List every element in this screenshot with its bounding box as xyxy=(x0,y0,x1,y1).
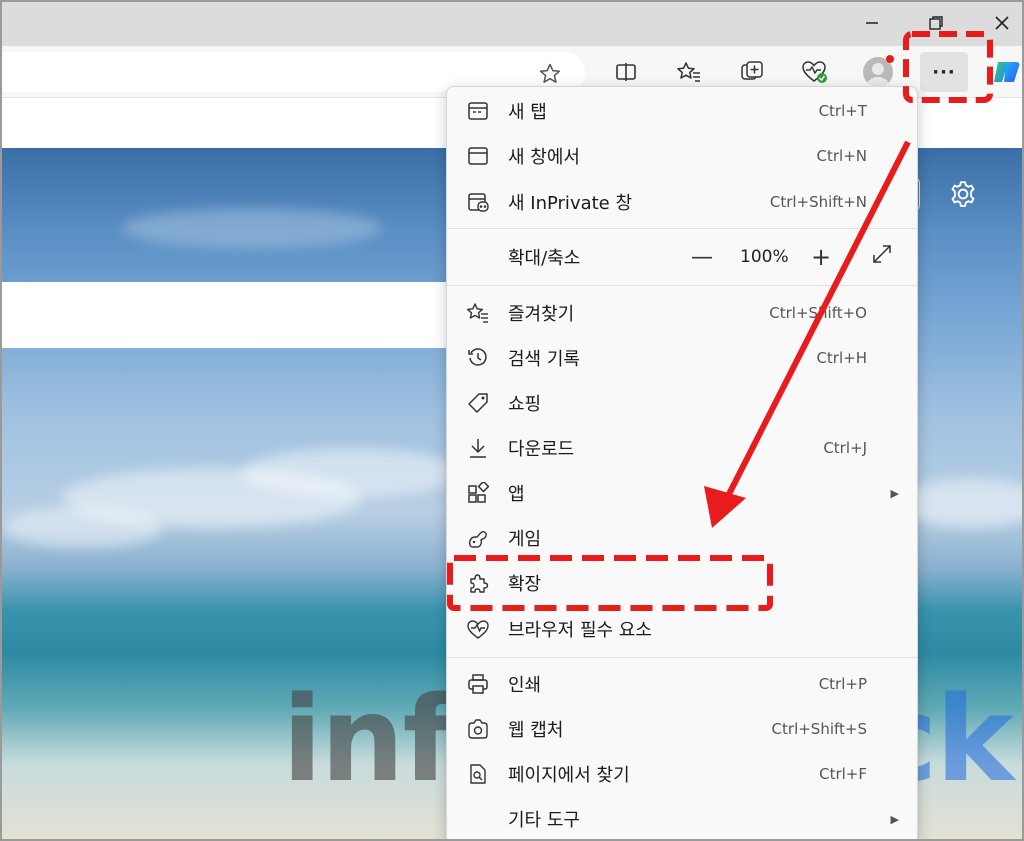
menu-item-new-window[interactable]: 새 창에서 Ctrl+N xyxy=(447,134,917,178)
menu-separator xyxy=(447,228,917,229)
title-bar xyxy=(2,2,1022,46)
menu-item-downloads[interactable]: 다운로드 Ctrl+J xyxy=(447,426,917,470)
split-screen-icon[interactable] xyxy=(610,56,642,88)
menu-item-new-inprivate-window[interactable]: 새 InPrivate 창 Ctrl+Shift+N xyxy=(447,180,917,224)
more-dots-icon: ··· xyxy=(932,61,956,83)
menu-separator xyxy=(447,657,917,658)
menu-item-apps[interactable]: 앱 ▶ xyxy=(447,471,917,515)
menu-item-find-in-page[interactable]: 페이지에서 찾기 Ctrl+F xyxy=(447,752,917,796)
collections-icon[interactable] xyxy=(736,56,768,88)
extensions-puzzle-icon xyxy=(465,570,491,596)
browser-essentials-icon[interactable] xyxy=(799,56,831,88)
fullscreen-icon[interactable] xyxy=(871,243,893,271)
submenu-arrow-icon: ▶ xyxy=(890,812,899,826)
web-capture-icon xyxy=(465,716,491,742)
menu-item-zoom: 확대/축소 — 100% + xyxy=(447,235,917,279)
menu-item-history[interactable]: 검색 기록 Ctrl+H xyxy=(447,336,917,380)
zoom-level: 100% xyxy=(740,247,789,267)
menu-item-new-tab[interactable]: 새 탭 Ctrl+T xyxy=(447,89,917,133)
favorites-icon[interactable] xyxy=(673,56,705,88)
settings-and-more-button[interactable]: ··· xyxy=(920,52,968,92)
print-icon xyxy=(465,671,491,697)
menu-item-more-tools[interactable]: 기타 도구 ▶ xyxy=(447,797,917,839)
new-window-icon xyxy=(465,143,491,169)
zoom-in-button[interactable]: + xyxy=(811,243,831,271)
menu-item-print[interactable]: 인쇄 Ctrl+P xyxy=(447,662,917,706)
inprivate-icon xyxy=(465,189,491,215)
download-icon xyxy=(465,435,491,461)
menu-item-web-capture[interactable]: 웹 캡처 Ctrl+Shift+S xyxy=(447,707,917,751)
browser-window: ··· informhack xyxy=(0,0,1024,841)
copilot-icon[interactable] xyxy=(992,60,1022,84)
close-icon[interactable] xyxy=(982,8,1022,38)
menu-item-browser-essentials[interactable]: 브라우저 필수 요소 xyxy=(447,607,917,651)
browser-essentials-icon xyxy=(465,616,491,642)
find-in-page-icon xyxy=(465,761,491,787)
games-icon xyxy=(465,525,491,551)
menu-item-extensions[interactable]: 확장 xyxy=(447,561,917,605)
history-icon xyxy=(465,345,491,371)
search-box[interactable] xyxy=(2,282,454,348)
zoom-out-button[interactable]: — xyxy=(691,245,713,270)
page-settings-gear-icon[interactable] xyxy=(948,179,978,216)
notification-dot xyxy=(886,55,894,63)
menu-item-shopping[interactable]: 쇼핑 xyxy=(447,381,917,425)
new-tab-icon xyxy=(465,98,491,124)
apps-icon xyxy=(465,480,491,506)
favorites-icon xyxy=(465,300,491,326)
submenu-arrow-icon: ▶ xyxy=(890,486,899,500)
menu-item-games[interactable]: 게임 xyxy=(447,516,917,560)
settings-and-more-menu: 새 탭 Ctrl+T 새 창에서 Ctrl+N 새 InPrivate 창 Ct… xyxy=(446,86,918,839)
minimize-icon[interactable] xyxy=(852,8,892,38)
shopping-tag-icon xyxy=(465,390,491,416)
menu-separator xyxy=(447,285,917,286)
menu-item-favorites[interactable]: 즐겨찾기 Ctrl+Shift+O xyxy=(447,291,917,335)
restore-icon[interactable] xyxy=(916,8,956,38)
